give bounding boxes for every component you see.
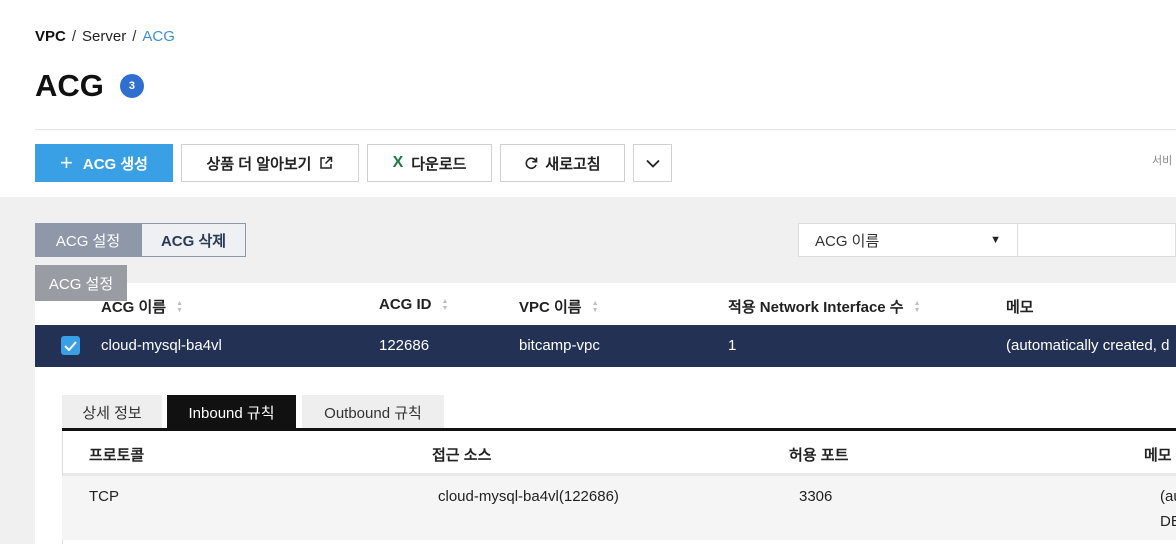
cell-nic-count: 1 bbox=[728, 337, 737, 354]
rules-column-source: 접근 소스 bbox=[432, 447, 492, 464]
cell-memo: (automatically created, d bbox=[1006, 337, 1170, 354]
breadcrumb-separator: / bbox=[132, 28, 137, 45]
excel-icon: X bbox=[392, 154, 404, 171]
rule-memo-line1: (au bbox=[1160, 488, 1176, 505]
rule-source: cloud-mysql-ba4vl(122686) bbox=[438, 488, 619, 505]
learn-more-label: 상품 더 알아보기 bbox=[206, 155, 312, 173]
create-acg-label: ACG 생성 bbox=[82, 155, 148, 173]
more-dropdown-button[interactable] bbox=[633, 144, 672, 182]
search-input[interactable] bbox=[1018, 223, 1176, 257]
rules-table-row bbox=[62, 476, 1176, 540]
column-header-nic-count[interactable]: 적용 Network Interface 수 ▲ ▼ bbox=[728, 296, 921, 317]
tab-outbound-rules[interactable]: Outbound 규칙 bbox=[302, 395, 444, 429]
plus-icon: + bbox=[60, 150, 73, 175]
rule-port: 3306 bbox=[799, 488, 833, 505]
search-field-select[interactable]: ACG 이름 ▼ bbox=[798, 223, 1018, 257]
chevron-down-icon bbox=[645, 159, 660, 168]
service-hint: 서비 bbox=[1152, 155, 1173, 167]
rules-table-header bbox=[62, 431, 1176, 476]
rule-protocol: TCP bbox=[89, 488, 119, 505]
breadcrumb-server[interactable]: Server bbox=[82, 28, 126, 45]
refresh-button[interactable]: 새로고침 bbox=[500, 144, 625, 182]
rules-column-protocol: 프로토콜 bbox=[89, 447, 145, 464]
refresh-label: 새로고침 bbox=[545, 155, 601, 173]
search-field-value: ACG 이름 bbox=[815, 232, 880, 250]
column-label: ACG ID bbox=[379, 296, 432, 313]
rule-memo-line2: DE bbox=[1160, 513, 1176, 530]
acg-settings-button[interactable]: ACG 설정 bbox=[35, 223, 141, 257]
tab-inbound-rules[interactable]: Inbound 규칙 bbox=[167, 395, 296, 429]
tab-detail-info[interactable]: 상세 정보 bbox=[62, 395, 162, 429]
page-title: ACG 3 bbox=[35, 68, 144, 104]
column-label: 메모 bbox=[1006, 299, 1034, 316]
rules-column-port: 허용 포트 bbox=[789, 447, 849, 464]
column-label: VPC 이름 bbox=[519, 299, 582, 316]
external-link-icon bbox=[319, 156, 333, 170]
rules-column-memo: 메모 bbox=[1144, 447, 1172, 464]
breadcrumb-acg: ACG bbox=[142, 28, 175, 45]
sort-icon: ▲ ▼ bbox=[913, 299, 921, 314]
cell-acg-id: 122686 bbox=[379, 337, 430, 354]
breadcrumb-separator: / bbox=[71, 28, 77, 45]
cell-vpc-name: bitcamp-vpc bbox=[519, 337, 600, 354]
breadcrumb: VPC / Server / ACG bbox=[35, 28, 175, 45]
download-label: 다운로드 bbox=[411, 155, 467, 173]
sort-icon: ▲ ▼ bbox=[591, 299, 599, 314]
check-icon bbox=[64, 340, 77, 351]
tooltip: ACG 설정 bbox=[35, 265, 127, 301]
count-badge: 3 bbox=[119, 74, 144, 98]
download-button[interactable]: X 다운로드 bbox=[367, 144, 492, 182]
breadcrumb-vpc[interactable]: VPC bbox=[35, 28, 66, 45]
column-header-acg-id[interactable]: ACG ID ▲ ▼ bbox=[379, 296, 448, 313]
row-checkbox[interactable] bbox=[61, 336, 80, 355]
sort-icon: ▲ ▼ bbox=[176, 299, 184, 314]
refresh-icon bbox=[524, 156, 538, 170]
learn-more-button[interactable]: 상품 더 알아보기 bbox=[181, 144, 359, 182]
caret-down-icon: ▼ bbox=[990, 234, 1001, 246]
page-title-text: ACG bbox=[35, 68, 104, 103]
column-header-memo: 메모 bbox=[1006, 296, 1034, 317]
acg-delete-button[interactable]: ACG 삭제 bbox=[141, 223, 246, 257]
create-acg-button[interactable]: + ACG 생성 bbox=[35, 144, 173, 182]
sort-icon: ▲ ▼ bbox=[441, 297, 449, 312]
table-header bbox=[35, 283, 1176, 326]
cell-acg-name: cloud-mysql-ba4vl bbox=[101, 337, 222, 354]
column-label: 적용 Network Interface 수 bbox=[728, 299, 904, 316]
column-header-vpc-name[interactable]: VPC 이름 ▲ ▼ bbox=[519, 296, 599, 317]
divider bbox=[35, 129, 1176, 130]
